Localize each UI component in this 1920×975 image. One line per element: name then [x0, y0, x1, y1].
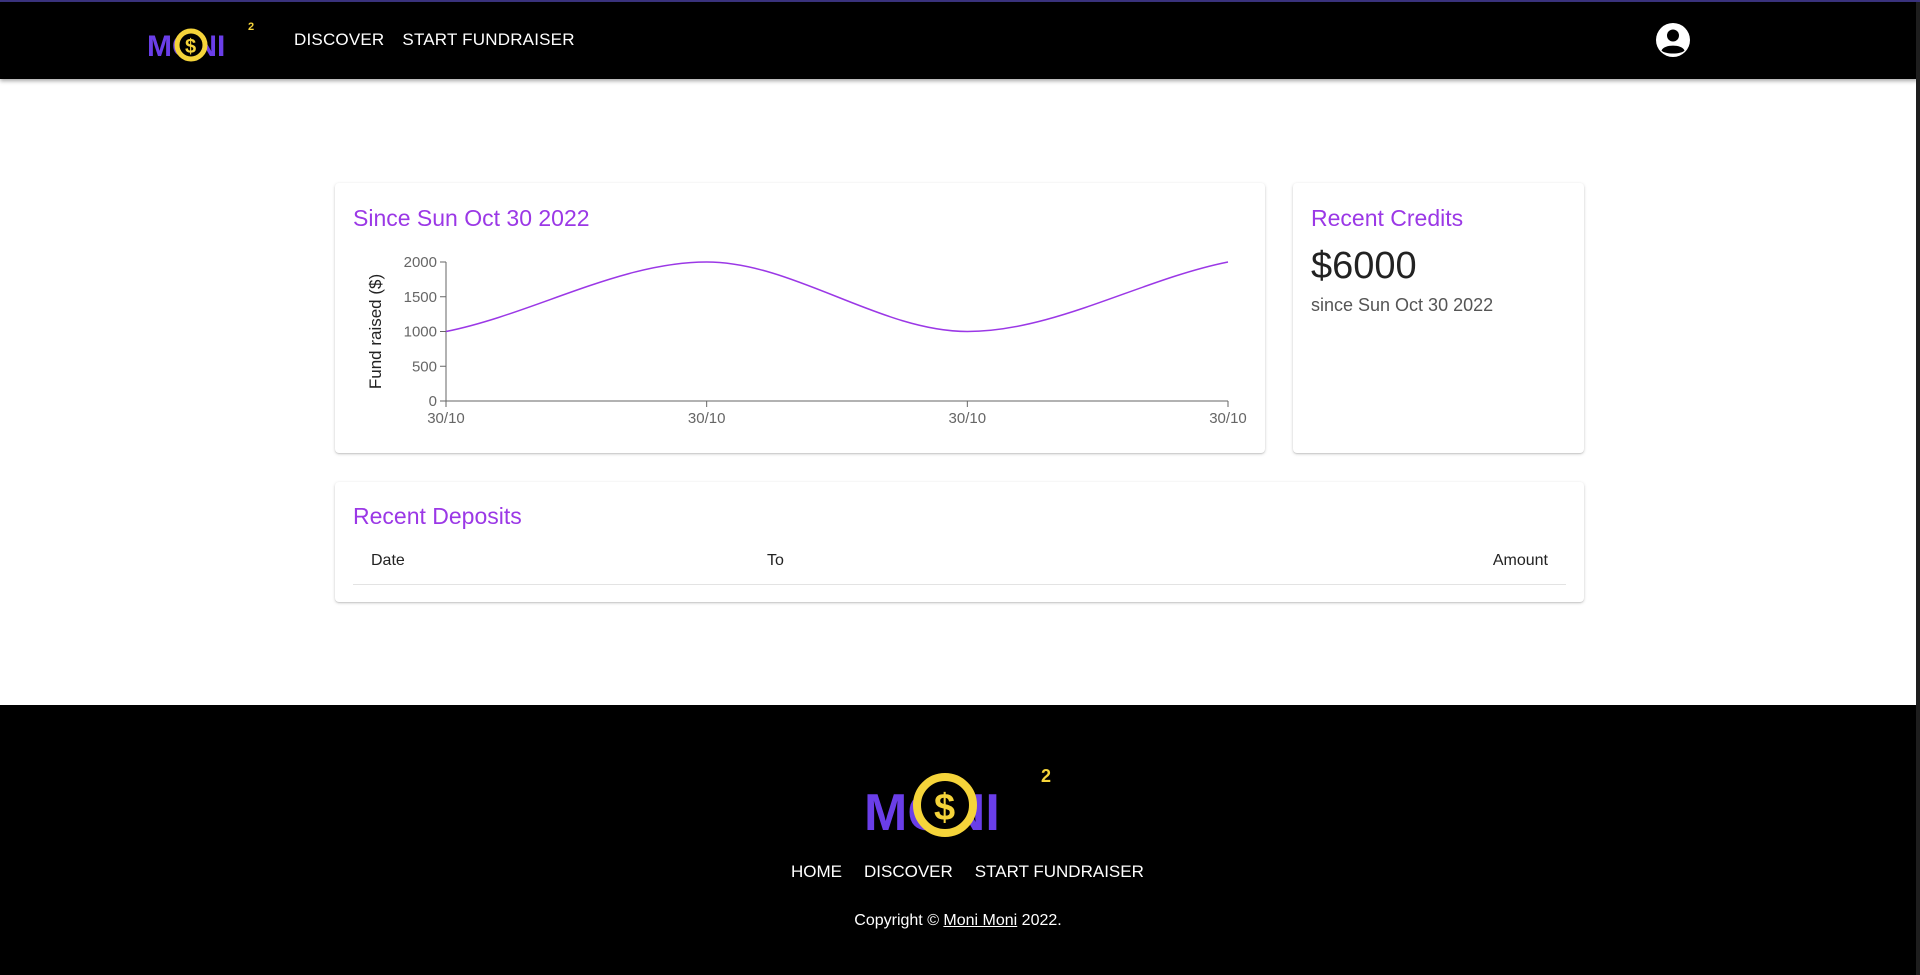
account-circle-icon[interactable]	[1655, 22, 1691, 58]
column-header-amount: Amount	[1492, 552, 1548, 569]
page-scrollbar[interactable]	[1916, 2, 1920, 975]
y-tick-label: 1000	[404, 324, 437, 341]
top-navbar: MONI $ 2 DISCOVER START FUNDRAISER	[0, 2, 1918, 79]
deposits-table: Date To Amount	[353, 552, 1566, 585]
footer-logo-superscript: 2	[1041, 766, 1051, 786]
column-header-date: Date	[371, 552, 405, 569]
footer-moni-logo[interactable]: MONI $ 2	[862, 762, 1058, 839]
recent-deposits-card: Recent Deposits Date To Amount	[335, 482, 1584, 602]
logo-superscript: 2	[248, 21, 254, 33]
copyright-text: Copyright © Moni Moni 2022.	[0, 912, 1916, 930]
y-tick-label: 500	[412, 358, 437, 375]
series-line	[445, 261, 1229, 333]
copyright-link[interactable]: Moni Moni	[943, 912, 1017, 929]
deposits-card-title: Recent Deposits	[353, 503, 522, 529]
moni-logo[interactable]: MONI $ 2	[145, 16, 259, 62]
credits-since-date: since Sun Oct 30 2022	[1311, 295, 1494, 315]
x-tick-label: 30/10	[688, 410, 726, 427]
credits-card-title: Recent Credits	[1311, 205, 1464, 231]
footer-home-link[interactable]: HOME	[791, 862, 842, 882]
column-header-to: To	[767, 552, 784, 569]
nav-discover-link[interactable]: DISCOVER	[294, 30, 384, 50]
y-tick-label: 2000	[404, 254, 437, 271]
copyright-suffix: 2022.	[1017, 912, 1062, 929]
fund-raised-line-chart: 0 500 1000 1500 2000 30/10 30/10 30/10 30/10 Fund…	[366, 254, 1247, 427]
credits-amount: $6000	[1311, 245, 1417, 287]
footer-start-fundraiser-link[interactable]: START FUNDRAISER	[975, 862, 1144, 882]
site-footer: MONI $ 2 HOME DISCOVER START FUNDRAISER …	[0, 705, 1916, 975]
logo-dollar-sign: $	[185, 36, 196, 58]
x-tick-label: 30/10	[427, 410, 465, 427]
x-tick-label: 30/10	[1209, 410, 1247, 427]
footer-discover-link[interactable]: DISCOVER	[864, 862, 953, 882]
footer-nav: HOME DISCOVER START FUNDRAISER	[791, 862, 1144, 882]
header-nav: DISCOVER START FUNDRAISER	[294, 30, 575, 50]
copyright-prefix: Copyright ©	[854, 912, 944, 929]
y-axis-title: Fund raised ($)	[366, 274, 385, 389]
y-tick-label: 0	[429, 393, 437, 410]
fundraise-chart-card: Since Sun Oct 30 2022 0 500 1000 1500 2000 30…	[335, 183, 1265, 453]
y-tick-label: 1500	[404, 289, 437, 306]
x-tick-label: 30/10	[949, 410, 987, 427]
recent-credits-card: Recent Credits $6000 since Sun Oct 30 20…	[1293, 183, 1584, 453]
footer-logo-dollar-sign: $	[934, 787, 955, 829]
nav-start-fundraiser-link[interactable]: START FUNDRAISER	[402, 30, 574, 50]
